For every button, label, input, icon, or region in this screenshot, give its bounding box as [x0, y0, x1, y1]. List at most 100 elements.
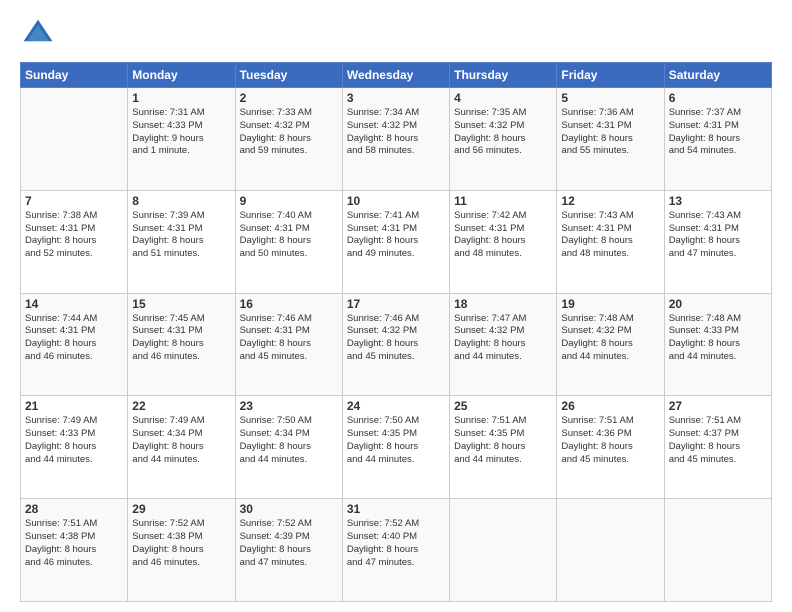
day-number: 17: [347, 297, 445, 311]
day-info: Sunrise: 7:50 AM Sunset: 4:35 PM Dayligh…: [347, 415, 445, 466]
calendar-header: SundayMondayTuesdayWednesdayThursdayFrid…: [21, 63, 772, 88]
day-number: 1: [132, 91, 230, 105]
day-number: 7: [25, 194, 123, 208]
calendar-cell: 17 Sunrise: 7:46 AM Sunset: 4:32 PM Dayli…: [342, 293, 449, 396]
day-number: 9: [240, 194, 338, 208]
calendar-week-1: 1 Sunrise: 7:31 AM Sunset: 4:33 PM Daylig…: [21, 88, 772, 191]
calendar-cell: 5Sunrise: 7:36 AM Sunset: 4:31 PM Daylig…: [557, 88, 664, 191]
calendar-cell: [664, 499, 771, 602]
day-info: Sunrise: 7:43 AM Sunset: 4:31 PM Dayligh…: [561, 210, 659, 261]
weekday-header-monday: Monday: [128, 63, 235, 88]
day-number: 26: [561, 399, 659, 413]
day-info: Sunrise: 7:38 AM Sunset: 4:31 PM Dayligh…: [25, 210, 123, 261]
calendar-cell: 24 Sunrise: 7:50 AM Sunset: 4:35 PM Dayli…: [342, 396, 449, 499]
day-info: Sunrise: 7:51 AM Sunset: 4:35 PM Dayligh…: [454, 415, 552, 466]
day-info: Sunrise: 7:43 AM Sunset: 4:31 PM Dayligh…: [669, 210, 767, 261]
day-number: 19: [561, 297, 659, 311]
day-number: 11: [454, 194, 552, 208]
calendar-cell: 7 Sunrise: 7:38 AM Sunset: 4:31 PM Daylig…: [21, 190, 128, 293]
day-info: Sunrise: 7:33 AM Sunset: 4:32 PM Dayligh…: [240, 107, 338, 158]
calendar-week-4: 21 Sunrise: 7:49 AM Sunset: 4:33 PM Dayli…: [21, 396, 772, 499]
day-info: Sunrise: 7:48 AM Sunset: 4:33 PM Dayligh…: [669, 313, 767, 364]
day-number: 5: [561, 91, 659, 105]
day-number: 6: [669, 91, 767, 105]
weekday-header-friday: Friday: [557, 63, 664, 88]
day-info: Sunrise: 7:48 AM Sunset: 4:32 PM Dayligh…: [561, 313, 659, 364]
day-number: 30: [240, 502, 338, 516]
calendar-cell: 19 Sunrise: 7:48 AM Sunset: 4:32 PM Dayli…: [557, 293, 664, 396]
calendar-cell: 23 Sunrise: 7:50 AM Sunset: 4:34 PM Dayli…: [235, 396, 342, 499]
calendar-cell: 14 Sunrise: 7:44 AM Sunset: 4:31 PM Dayli…: [21, 293, 128, 396]
day-info: Sunrise: 7:52 AM Sunset: 4:40 PM Dayligh…: [347, 518, 445, 569]
weekday-row: SundayMondayTuesdayWednesdayThursdayFrid…: [21, 63, 772, 88]
day-number: 16: [240, 297, 338, 311]
calendar-cell: [21, 88, 128, 191]
day-number: 27: [669, 399, 767, 413]
calendar-table: SundayMondayTuesdayWednesdayThursdayFrid…: [20, 62, 772, 602]
calendar-cell: [450, 499, 557, 602]
calendar-cell: 20Sunrise: 7:48 AM Sunset: 4:33 PM Dayli…: [664, 293, 771, 396]
calendar-cell: 16 Sunrise: 7:46 AM Sunset: 4:31 PM Dayli…: [235, 293, 342, 396]
calendar-week-5: 28Sunrise: 7:51 AM Sunset: 4:38 PM Dayli…: [21, 499, 772, 602]
calendar-cell: 21 Sunrise: 7:49 AM Sunset: 4:33 PM Dayli…: [21, 396, 128, 499]
calendar-cell: 10 Sunrise: 7:41 AM Sunset: 4:31 PM Dayli…: [342, 190, 449, 293]
day-info: Sunrise: 7:42 AM Sunset: 4:31 PM Dayligh…: [454, 210, 552, 261]
page-header: [20, 16, 772, 52]
day-number: 13: [669, 194, 767, 208]
calendar-cell: 30Sunrise: 7:52 AM Sunset: 4:39 PM Dayli…: [235, 499, 342, 602]
calendar-cell: 12 Sunrise: 7:43 AM Sunset: 4:31 PM Dayli…: [557, 190, 664, 293]
calendar-cell: 13 Sunrise: 7:43 AM Sunset: 4:31 PM Dayli…: [664, 190, 771, 293]
day-number: 12: [561, 194, 659, 208]
day-number: 15: [132, 297, 230, 311]
day-info: Sunrise: 7:41 AM Sunset: 4:31 PM Dayligh…: [347, 210, 445, 261]
day-info: Sunrise: 7:40 AM Sunset: 4:31 PM Dayligh…: [240, 210, 338, 261]
day-number: 22: [132, 399, 230, 413]
calendar-cell: 8 Sunrise: 7:39 AM Sunset: 4:31 PM Daylig…: [128, 190, 235, 293]
calendar-cell: 2 Sunrise: 7:33 AM Sunset: 4:32 PM Daylig…: [235, 88, 342, 191]
calendar-cell: 3 Sunrise: 7:34 AM Sunset: 4:32 PM Daylig…: [342, 88, 449, 191]
calendar-cell: 11 Sunrise: 7:42 AM Sunset: 4:31 PM Dayli…: [450, 190, 557, 293]
logo-icon: [20, 16, 56, 52]
day-info: Sunrise: 7:49 AM Sunset: 4:33 PM Dayligh…: [25, 415, 123, 466]
weekday-header-wednesday: Wednesday: [342, 63, 449, 88]
calendar-cell: 28Sunrise: 7:51 AM Sunset: 4:38 PM Dayli…: [21, 499, 128, 602]
calendar-week-2: 7 Sunrise: 7:38 AM Sunset: 4:31 PM Daylig…: [21, 190, 772, 293]
day-number: 23: [240, 399, 338, 413]
calendar-cell: 29 Sunrise: 7:52 AM Sunset: 4:38 PM Dayli…: [128, 499, 235, 602]
day-info: Sunrise: 7:46 AM Sunset: 4:32 PM Dayligh…: [347, 313, 445, 364]
day-info: Sunrise: 7:31 AM Sunset: 4:33 PM Dayligh…: [132, 107, 230, 158]
logo: [20, 16, 60, 52]
weekday-header-sunday: Sunday: [21, 63, 128, 88]
day-info: Sunrise: 7:52 AM Sunset: 4:38 PM Dayligh…: [132, 518, 230, 569]
day-info: Sunrise: 7:47 AM Sunset: 4:32 PM Dayligh…: [454, 313, 552, 364]
calendar-cell: 4Sunrise: 7:35 AM Sunset: 4:32 PM Daylig…: [450, 88, 557, 191]
day-number: 14: [25, 297, 123, 311]
day-info: Sunrise: 7:39 AM Sunset: 4:31 PM Dayligh…: [132, 210, 230, 261]
day-info: Sunrise: 7:50 AM Sunset: 4:34 PM Dayligh…: [240, 415, 338, 466]
day-number: 24: [347, 399, 445, 413]
day-number: 21: [25, 399, 123, 413]
day-info: Sunrise: 7:34 AM Sunset: 4:32 PM Dayligh…: [347, 107, 445, 158]
weekday-header-saturday: Saturday: [664, 63, 771, 88]
calendar-cell: 15Sunrise: 7:45 AM Sunset: 4:31 PM Dayli…: [128, 293, 235, 396]
day-info: Sunrise: 7:44 AM Sunset: 4:31 PM Dayligh…: [25, 313, 123, 364]
day-number: 3: [347, 91, 445, 105]
calendar-cell: 6Sunrise: 7:37 AM Sunset: 4:31 PM Daylig…: [664, 88, 771, 191]
day-info: Sunrise: 7:51 AM Sunset: 4:37 PM Dayligh…: [669, 415, 767, 466]
calendar-cell: 22 Sunrise: 7:49 AM Sunset: 4:34 PM Dayli…: [128, 396, 235, 499]
day-info: Sunrise: 7:46 AM Sunset: 4:31 PM Dayligh…: [240, 313, 338, 364]
day-info: Sunrise: 7:51 AM Sunset: 4:36 PM Dayligh…: [561, 415, 659, 466]
calendar-cell: 31 Sunrise: 7:52 AM Sunset: 4:40 PM Dayli…: [342, 499, 449, 602]
day-info: Sunrise: 7:35 AM Sunset: 4:32 PM Dayligh…: [454, 107, 552, 158]
weekday-header-thursday: Thursday: [450, 63, 557, 88]
day-info: Sunrise: 7:49 AM Sunset: 4:34 PM Dayligh…: [132, 415, 230, 466]
day-info: Sunrise: 7:51 AM Sunset: 4:38 PM Dayligh…: [25, 518, 123, 569]
calendar-cell: [557, 499, 664, 602]
day-number: 10: [347, 194, 445, 208]
day-number: 29: [132, 502, 230, 516]
day-number: 18: [454, 297, 552, 311]
day-number: 8: [132, 194, 230, 208]
day-number: 31: [347, 502, 445, 516]
calendar-cell: 25Sunrise: 7:51 AM Sunset: 4:35 PM Dayli…: [450, 396, 557, 499]
day-number: 2: [240, 91, 338, 105]
